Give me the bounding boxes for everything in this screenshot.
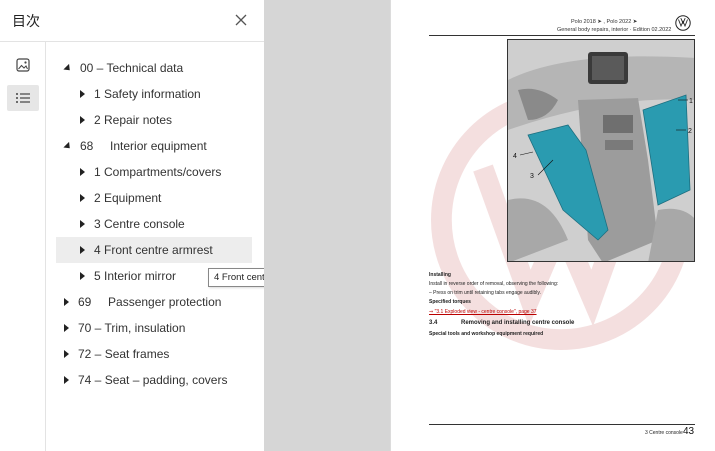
- toc-item-label: 1 Safety information: [94, 87, 201, 101]
- toc-item-label: 74 – Seat – padding, covers: [78, 373, 228, 387]
- toc-title: 目次: [12, 13, 40, 29]
- interior-figure: 1 2 3 4: [507, 39, 695, 262]
- toc-item[interactable]: 00 – Technical data: [56, 55, 252, 81]
- toc-item[interactable]: 72 – Seat frames: [56, 341, 252, 367]
- doc-header-edition: General body repairs, interior · Edition…: [557, 27, 672, 33]
- callout-4: 4: [513, 153, 517, 160]
- toc-item-label: 1 Compartments/covers: [94, 165, 222, 179]
- toc-item[interactable]: 3 Centre console: [56, 211, 252, 237]
- toc-item[interactable]: 2 Repair notes: [56, 107, 252, 133]
- callout-3: 3: [530, 173, 534, 180]
- toc-header: 目次: [0, 0, 264, 42]
- toc-item-label: 00 – Technical data: [80, 61, 184, 75]
- toc-item[interactable]: 1 Safety information: [56, 81, 252, 107]
- centre-console-illustration: 1 2 3 4: [508, 40, 694, 261]
- toc-item-label: 70 – Trim, insulation: [78, 321, 186, 335]
- icon-rail: [0, 42, 46, 451]
- toc-item[interactable]: 69 Passenger protection: [56, 289, 252, 315]
- collapsed-arrow-icon[interactable]: [80, 246, 85, 254]
- footer-chapter: 3 Centre console: [645, 430, 683, 436]
- toc-item[interactable]: 70 – Trim, insulation: [56, 315, 252, 341]
- outline-view-button[interactable]: [7, 85, 39, 111]
- collapsed-arrow-icon[interactable]: [80, 90, 85, 98]
- section-title: Removing and installing centre console: [461, 320, 575, 326]
- document-page[interactable]: Polo 2018 ➤ , Polo 2022 ➤ General body r…: [391, 0, 715, 451]
- collapsed-arrow-icon[interactable]: [80, 220, 85, 228]
- collapsed-arrow-icon[interactable]: [80, 272, 85, 280]
- toc-panel: 目次 00 – Technical data 1 Safety informati…: [0, 0, 264, 451]
- previous-page[interactable]: [264, 0, 390, 451]
- expanded-arrow-icon[interactable]: [63, 141, 73, 151]
- thumbnail-view-button[interactable]: [7, 52, 39, 78]
- collapsed-arrow-icon[interactable]: [64, 350, 69, 358]
- header-rule: [429, 35, 695, 36]
- toc-item[interactable]: 74 – Seat – padding, covers: [56, 367, 252, 393]
- toc-item[interactable]: 68 Interior equipment: [56, 133, 252, 159]
- installing-heading: Installing: [429, 272, 451, 278]
- footer-rule: [429, 424, 695, 425]
- install-instruction: Install in reverse order of removal, obs…: [429, 281, 559, 287]
- expanded-arrow-icon[interactable]: [63, 63, 73, 73]
- toc-item-label: 72 – Seat frames: [78, 347, 170, 361]
- close-icon[interactable]: [232, 11, 250, 29]
- doc-header-model: Polo 2018 ➤ , Polo 2022 ➤: [571, 19, 638, 25]
- toc-item-label: 4 Front centre armrest: [94, 243, 213, 257]
- collapsed-arrow-icon[interactable]: [80, 116, 85, 124]
- special-tools-heading: Special tools and workshop equipment req…: [429, 331, 544, 337]
- collapsed-arrow-icon[interactable]: [64, 324, 69, 332]
- list-icon: [16, 93, 30, 103]
- toc-item[interactable]: 4 Front centre armrest: [56, 237, 252, 263]
- install-step: – Press on trim until retaining tabs eng…: [429, 290, 541, 296]
- toc-item-label: 3 Centre console: [94, 217, 185, 231]
- toc-item-label: 68 Interior equipment: [80, 139, 207, 153]
- toc-item[interactable]: 1 Compartments/covers: [56, 159, 252, 185]
- callout-1: 1: [689, 98, 693, 105]
- section-number: 3.4: [429, 320, 438, 326]
- vw-logo: [675, 15, 691, 31]
- collapsed-arrow-icon[interactable]: [80, 194, 85, 202]
- page-number: 43: [683, 426, 695, 437]
- toc-item-label: 2 Equipment: [94, 191, 162, 205]
- toc-item-label: 69 Passenger protection: [78, 295, 222, 309]
- toc-item[interactable]: 2 Equipment: [56, 185, 252, 211]
- callout-2: 2: [688, 128, 692, 135]
- image-icon: [16, 58, 30, 72]
- collapsed-arrow-icon[interactable]: [64, 298, 69, 306]
- torque-link[interactable]: ⇒ "3.1 Exploded view - centre console", …: [429, 309, 537, 315]
- collapsed-arrow-icon[interactable]: [64, 376, 69, 384]
- torques-heading: Specified torques: [429, 299, 471, 305]
- toc-item-label: 2 Repair notes: [94, 113, 173, 127]
- toc-item-label: 5 Interior mirror: [94, 269, 177, 283]
- collapsed-arrow-icon[interactable]: [80, 168, 85, 176]
